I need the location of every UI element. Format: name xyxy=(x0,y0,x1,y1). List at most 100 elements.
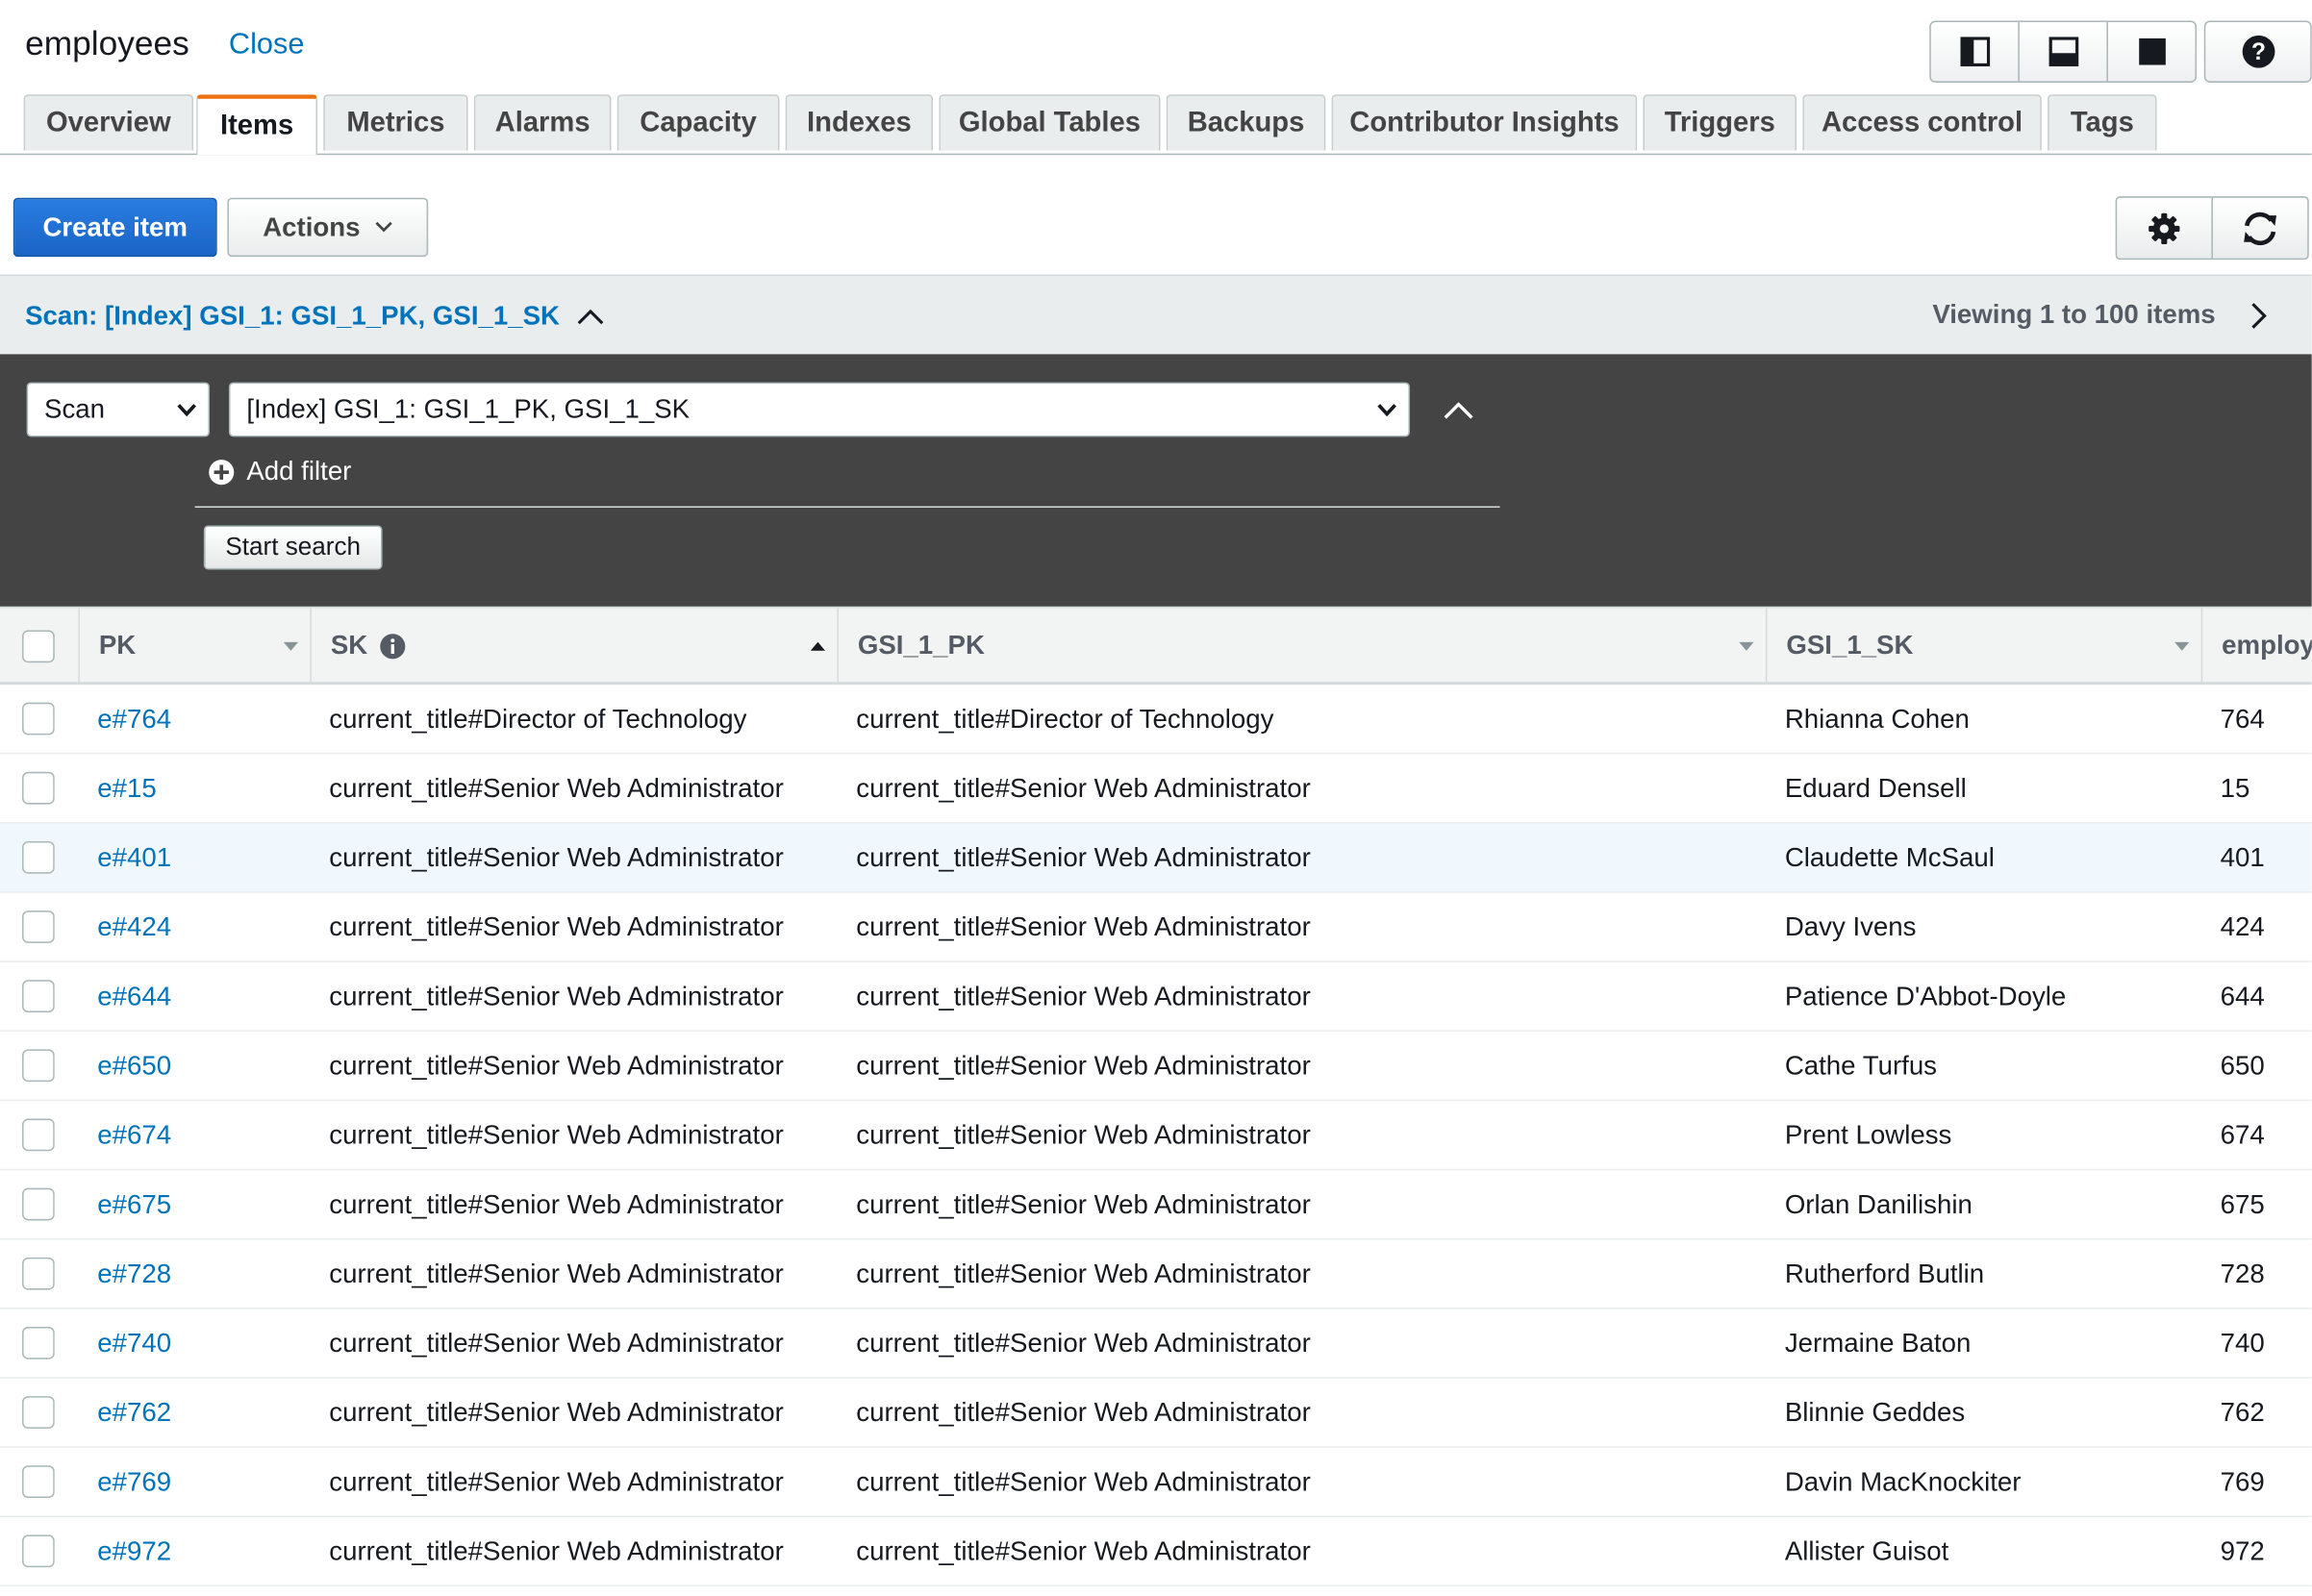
operation-select[interactable]: Scan xyxy=(26,382,210,437)
select-all-checkbox[interactable] xyxy=(22,629,55,662)
pk-cell[interactable]: e#972 xyxy=(97,1517,171,1585)
column-header-gsi-1-sk[interactable]: GSI_1_SK xyxy=(1767,608,2203,684)
tab-indexes[interactable]: Indexes xyxy=(785,94,934,151)
split-horizontal-button[interactable] xyxy=(2020,22,2108,82)
pk-cell[interactable]: e#728 xyxy=(97,1239,171,1308)
pk-cell[interactable]: e#401 xyxy=(97,824,171,892)
gsi-1-pk-cell: current_title#Senior Web Administrator xyxy=(856,1327,1311,1358)
row-checkbox-cell xyxy=(22,893,55,961)
chevron-right-icon xyxy=(2251,303,2267,329)
tab-global-tables[interactable]: Global Tables xyxy=(939,94,1161,151)
table-row[interactable]: e#424 current_title#Senior Web Administr… xyxy=(0,893,2312,962)
gsi-1-pk-cell: current_title#Senior Web Administrator xyxy=(856,910,1311,941)
table-row[interactable]: e#15 current_title#Senior Web Administra… xyxy=(0,754,2312,824)
column-label: GSI_1_PK xyxy=(857,630,985,661)
tab-access-control[interactable]: Access control xyxy=(1802,94,2042,151)
pk-cell[interactable]: e#674 xyxy=(97,1101,171,1169)
sort-icon xyxy=(2174,638,2190,653)
gsi-1-sk-cell: Eduard Densell xyxy=(1784,772,1967,803)
collapse-panel-button[interactable] xyxy=(1441,392,1476,428)
employee-cell: 769 xyxy=(2220,1466,2265,1496)
row-checkbox[interactable] xyxy=(22,840,55,874)
gsi-1-pk-cell: current_title#Senior Web Administrator xyxy=(856,1535,1311,1565)
table-row[interactable]: e#769 current_title#Senior Web Administr… xyxy=(0,1448,2312,1517)
close-link[interactable]: Close xyxy=(229,28,305,62)
info-icon[interactable] xyxy=(380,633,407,660)
tab-triggers[interactable]: Triggers xyxy=(1643,94,1797,151)
start-search-button[interactable]: Start search xyxy=(203,525,383,570)
pk-cell[interactable]: e#675 xyxy=(97,1170,171,1238)
pk-cell[interactable]: e#644 xyxy=(97,962,171,1031)
next-page-button[interactable] xyxy=(2241,293,2276,337)
gsi-1-pk-cell: current_title#Director of Technology xyxy=(856,703,1274,734)
table-row[interactable]: e#764 current_title#Director of Technolo… xyxy=(0,685,2312,755)
employee-cell: 15 xyxy=(2220,772,2250,803)
row-checkbox[interactable] xyxy=(22,1534,55,1568)
row-checkbox[interactable] xyxy=(22,980,55,1013)
tab-contributor-insights[interactable]: Contributor Insights xyxy=(1331,94,1638,151)
table-header: PK SK GSI_1_PK GSI_1_SK employ xyxy=(0,606,2312,686)
split-vertical-button[interactable] xyxy=(1931,22,2020,82)
pk-cell[interactable]: e#424 xyxy=(97,893,171,961)
actions-button[interactable]: Actions xyxy=(227,197,429,258)
pk-cell[interactable]: e#740 xyxy=(97,1309,171,1378)
gsi-1-pk-cell: current_title#Senior Web Administrator xyxy=(856,1119,1311,1149)
column-header-sk[interactable]: SK xyxy=(312,608,839,684)
chevron-up-icon xyxy=(577,308,604,324)
create-item-button[interactable]: Create item xyxy=(13,197,217,258)
table-row[interactable]: e#650 current_title#Senior Web Administr… xyxy=(0,1032,2312,1102)
row-checkbox[interactable] xyxy=(22,1396,55,1429)
sk-cell: current_title#Senior Web Administrator xyxy=(329,1258,784,1288)
row-checkbox[interactable] xyxy=(22,1257,55,1290)
tab-overview[interactable]: Overview xyxy=(23,94,194,151)
table-row[interactable]: e#644 current_title#Senior Web Administr… xyxy=(0,962,2312,1032)
gsi-1-sk-cell: Davy Ivens xyxy=(1784,910,1917,941)
pk-cell[interactable]: e#650 xyxy=(97,1032,171,1100)
pk-cell[interactable]: e#15 xyxy=(97,754,156,822)
table-row[interactable]: e#675 current_title#Senior Web Administr… xyxy=(0,1170,2312,1240)
table-row[interactable]: e#762 current_title#Senior Web Administr… xyxy=(0,1379,2312,1448)
row-checkbox[interactable] xyxy=(22,1326,55,1359)
tab-capacity[interactable]: Capacity xyxy=(616,94,780,151)
column-header-employee[interactable]: employ xyxy=(2202,608,2312,683)
tab-backups[interactable]: Backups xyxy=(1166,94,1326,151)
gsi-1-sk-cell: Jermaine Baton xyxy=(1784,1327,1972,1358)
tab-alarms[interactable]: Alarms xyxy=(473,94,612,151)
pk-cell[interactable]: e#769 xyxy=(97,1448,171,1516)
column-header-gsi-1-pk[interactable]: GSI_1_PK xyxy=(839,608,1768,684)
row-checkbox[interactable] xyxy=(22,1049,55,1083)
help-button[interactable]: ? xyxy=(2203,20,2312,83)
table-row[interactable]: e#674 current_title#Senior Web Administr… xyxy=(0,1101,2312,1171)
row-checkbox[interactable] xyxy=(22,702,55,736)
employee-cell: 675 xyxy=(2220,1188,2265,1219)
row-checkbox[interactable] xyxy=(22,910,55,943)
add-filter-button[interactable]: Add filter xyxy=(208,456,351,486)
full-screen-button[interactable] xyxy=(2108,22,2196,81)
table-row[interactable]: e#401 current_title#Senior Web Administr… xyxy=(0,823,2312,893)
column-header-pk[interactable]: PK xyxy=(80,608,312,684)
tab-metrics[interactable]: Metrics xyxy=(323,94,468,151)
row-checkbox[interactable] xyxy=(22,1118,55,1152)
sk-cell: current_title#Senior Web Administrator xyxy=(329,1327,784,1358)
scan-summary-toggle[interactable]: Scan: [Index] GSI_1: GSI_1_PK, GSI_1_SK xyxy=(25,301,604,332)
table-row[interactable]: e#972 current_title#Senior Web Administr… xyxy=(0,1517,2312,1587)
gsi-1-sk-cell: Prent Lowless xyxy=(1784,1119,1952,1149)
row-checkbox[interactable] xyxy=(22,1465,55,1499)
index-select[interactable]: [Index] GSI_1: GSI_1_PK, GSI_1_SK xyxy=(228,382,1410,437)
refresh-button[interactable] xyxy=(2213,198,2307,259)
settings-button[interactable] xyxy=(2117,197,2213,259)
tab-tags[interactable]: Tags xyxy=(2048,94,2157,151)
add-filter-label: Add filter xyxy=(246,456,352,486)
pk-cell[interactable]: e#764 xyxy=(97,685,171,753)
row-checkbox[interactable] xyxy=(22,1187,55,1221)
tab-items[interactable]: Items xyxy=(196,94,318,156)
svg-text:?: ? xyxy=(2250,39,2265,65)
gsi-1-pk-cell: current_title#Senior Web Administrator xyxy=(856,772,1311,803)
employee-cell: 674 xyxy=(2220,1119,2265,1149)
table-row[interactable]: e#740 current_title#Senior Web Administr… xyxy=(0,1309,2312,1379)
pk-cell[interactable]: e#762 xyxy=(97,1379,171,1447)
gsi-1-sk-cell: Rhianna Cohen xyxy=(1784,703,1970,734)
row-checkbox[interactable] xyxy=(22,771,55,805)
table-row[interactable]: e#728 current_title#Senior Web Administr… xyxy=(0,1239,2312,1309)
row-checkbox-cell xyxy=(22,1032,55,1100)
